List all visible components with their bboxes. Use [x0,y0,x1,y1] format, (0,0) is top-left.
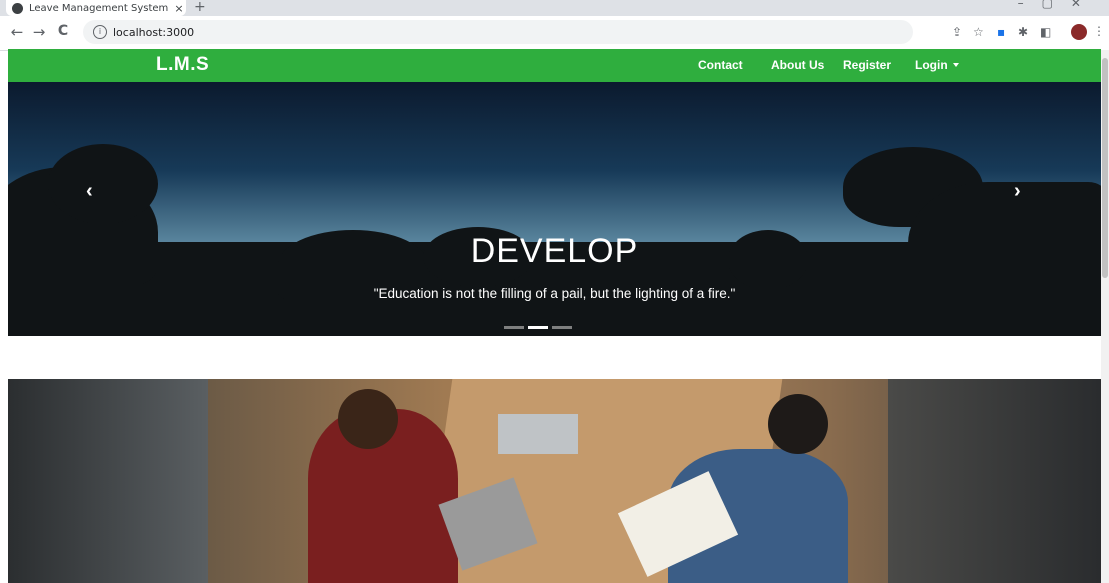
carousel-indicators [504,314,576,333]
tab-title: Leave Management System [29,2,169,14]
url-text[interactable]: localhost:3000 [113,26,194,39]
bookmark-star-icon[interactable]: ☆ [973,25,984,39]
nav-link-about-us[interactable]: About Us [771,58,824,72]
share-icon[interactable]: ⇪ [952,25,962,39]
hero-carousel: ‹ › DEVELOP "Education is not the fillin… [8,82,1101,336]
chevron-down-icon [952,63,959,67]
forward-button[interactable]: → [30,23,48,41]
browser-toolbar: ← → C i localhost:3000 ⇪ ☆ ▪ ✱ ◧ ⋮ [0,16,1109,51]
hero-quote: "Education is not the filling of a pail,… [373,286,736,301]
new-tab-button[interactable]: + [194,0,206,15]
side-panel-icon[interactable]: ◧ [1040,25,1051,39]
team-workspace-image [8,379,1101,583]
nav-link-contact[interactable]: Contact [698,58,743,72]
extension-icon[interactable]: ▪ [997,25,1005,39]
login-label: Login [915,58,948,72]
scrollbar-thumb[interactable] [1102,58,1108,278]
favicon-icon [12,2,23,14]
carousel-next-button[interactable]: › [1014,180,1021,203]
carousel-indicator[interactable] [504,326,524,329]
carousel-prev-button[interactable]: ‹ [86,180,93,203]
login-dropdown[interactable]: Login [915,58,959,72]
reload-button[interactable]: C [54,23,72,39]
hero-title: DEVELOP [470,232,639,270]
brand-logo[interactable]: L.M.S [156,54,209,76]
extensions-puzzle-icon[interactable]: ✱ [1018,25,1028,39]
browser-tab[interactable]: Leave Management System × [6,0,186,16]
page-scrollbar[interactable] [1101,50,1109,583]
site-navbar: L.M.S Contact About Us Register Login [8,49,1101,82]
back-button[interactable]: ← [8,23,26,41]
address-bar[interactable]: i localhost:3000 [83,20,913,44]
nav-link-register[interactable]: Register [843,58,891,72]
carousel-indicator[interactable] [552,326,572,329]
browser-menu-icon[interactable]: ⋮ [1093,24,1105,38]
browser-tab-strip: Leave Management System × + –▢✕ [0,0,1109,16]
profile-avatar[interactable] [1071,24,1087,40]
site-info-icon[interactable]: i [93,25,107,39]
window-controls[interactable]: –▢✕ [1018,0,1099,10]
tab-close-icon[interactable]: × [172,2,186,15]
carousel-indicator[interactable] [528,326,548,329]
